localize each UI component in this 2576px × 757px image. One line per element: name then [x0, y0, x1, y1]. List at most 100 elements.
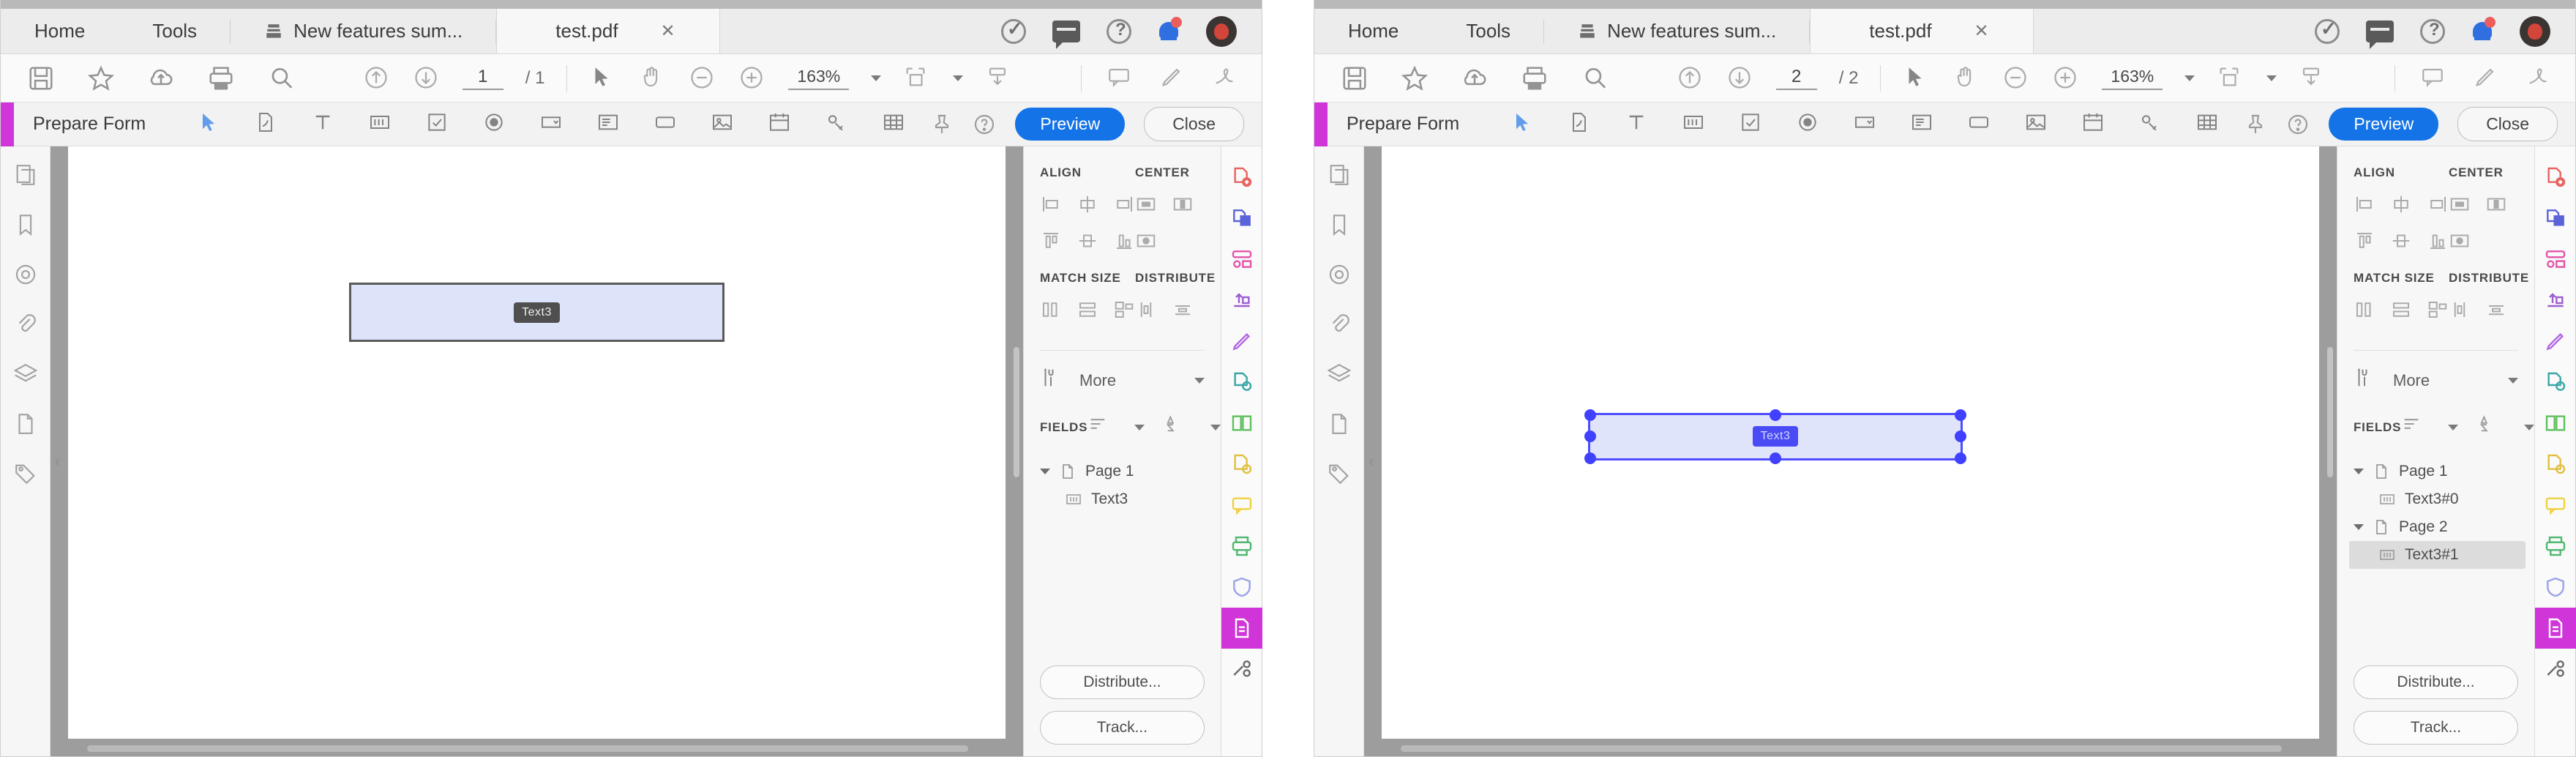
- zoom-out-icon[interactable]: [2002, 64, 2030, 92]
- expand-chevron-down-icon[interactable]: [2354, 469, 2364, 474]
- bookmarks-icon[interactable]: [1327, 212, 1352, 237]
- zoom-out-icon[interactable]: [689, 64, 716, 92]
- align-vertical-middle-icon[interactable]: [2390, 230, 2412, 252]
- notification-bell-icon[interactable]: [2471, 16, 2496, 44]
- add-text-box-icon[interactable]: [368, 111, 396, 138]
- fit-dropdown-chevron-down-icon[interactable]: [953, 75, 964, 81]
- expand-chevron-down-icon[interactable]: [1040, 469, 1050, 474]
- search-icon[interactable]: [267, 64, 295, 92]
- rail-edit-pdf-icon[interactable]: [1221, 239, 1262, 280]
- select-object-icon[interactable]: [1510, 111, 1538, 138]
- center-vertically-icon[interactable]: [2485, 193, 2507, 215]
- horizontal-scrollbar[interactable]: [68, 743, 1006, 753]
- match-width-icon[interactable]: [2354, 299, 2375, 321]
- hand-tool-icon[interactable]: [1952, 64, 1980, 92]
- resize-handle-bottom-right[interactable]: [1955, 452, 1967, 464]
- page-thumbnails-icon[interactable]: [13, 163, 38, 187]
- rail-create-pdf-icon[interactable]: [1221, 157, 1262, 198]
- align-vertical-middle-icon[interactable]: [1077, 230, 1098, 252]
- select-cursor-icon[interactable]: [1903, 64, 1931, 92]
- tab-document[interactable]: test.pdf ✕: [496, 9, 720, 53]
- zoom-in-icon[interactable]: [2052, 64, 2080, 92]
- preview-button[interactable]: Preview: [1015, 108, 1126, 141]
- user-avatar[interactable]: [2520, 15, 2550, 47]
- scroll-mode-icon[interactable]: [985, 64, 1013, 92]
- pin-icon[interactable]: [2244, 113, 2267, 136]
- document-viewer[interactable]: Text3 ‹ ›: [50, 146, 1023, 756]
- add-date-field-icon[interactable]: [768, 111, 795, 138]
- rail-fill-sign-icon[interactable]: [1221, 321, 1262, 362]
- align-top-icon[interactable]: [2354, 230, 2375, 252]
- rail-create-pdf-icon[interactable]: [2535, 157, 2576, 198]
- bookmarks-icon[interactable]: [13, 212, 38, 237]
- zoom-level-value[interactable]: 163%: [788, 67, 850, 90]
- distribute-button[interactable]: Distribute...: [1040, 665, 1205, 699]
- sort-order-icon[interactable]: [2401, 414, 2429, 441]
- rail-export-pdf-icon[interactable]: [2535, 280, 2576, 321]
- rail-print-production-icon[interactable]: [2535, 526, 2576, 567]
- tree-row-page[interactable]: Page 2: [2349, 513, 2526, 541]
- pdf-page[interactable]: Text3: [68, 146, 1006, 739]
- rail-prepare-form-icon[interactable]: [1221, 608, 1262, 649]
- scroll-left-arrow-icon[interactable]: ‹: [1368, 452, 1374, 471]
- previous-page-icon[interactable]: [363, 64, 391, 92]
- fit-page-icon[interactable]: [903, 64, 931, 92]
- add-text-box-icon[interactable]: [1682, 111, 1710, 138]
- next-page-icon[interactable]: [413, 64, 441, 92]
- resize-handle-bottom-left[interactable]: [1584, 452, 1596, 464]
- add-text-field-icon[interactable]: [311, 111, 339, 138]
- more-chevron-down-icon[interactable]: [2508, 378, 2518, 384]
- upload-cloud-icon[interactable]: [147, 64, 175, 92]
- chat-icon[interactable]: [1052, 20, 1080, 49]
- sign-icon[interactable]: [1212, 64, 1240, 92]
- sort-order-chevron-down-icon[interactable]: [1134, 425, 1145, 430]
- hand-tool-icon[interactable]: [639, 64, 667, 92]
- sort-alpha-icon[interactable]: [1164, 414, 1191, 441]
- rail-scan-ocr-icon[interactable]: [1221, 444, 1262, 485]
- layers-icon[interactable]: [1327, 362, 1352, 387]
- rail-organize-pages-icon[interactable]: [2535, 403, 2576, 444]
- add-button-icon[interactable]: [654, 111, 681, 138]
- tree-row-field[interactable]: Text3: [1036, 485, 1212, 513]
- page-thumbnails-icon[interactable]: [1327, 163, 1352, 187]
- close-form-button[interactable]: Close: [2457, 107, 2558, 141]
- star-icon[interactable]: [87, 64, 115, 92]
- align-top-icon[interactable]: [1040, 230, 1062, 252]
- align-left-icon[interactable]: [2354, 193, 2375, 215]
- add-dropdown-icon[interactable]: [539, 111, 567, 138]
- sort-alpha-chevron-down-icon[interactable]: [1210, 425, 1221, 430]
- sort-alpha-chevron-down-icon[interactable]: [2524, 425, 2535, 430]
- previous-page-icon[interactable]: [1677, 64, 1704, 92]
- track-button[interactable]: Track...: [1040, 711, 1205, 745]
- page-number-input[interactable]: 2: [1775, 67, 1817, 90]
- add-barcode-icon[interactable]: [825, 111, 853, 138]
- more-tools-row[interactable]: More: [1024, 351, 1221, 395]
- vertical-scrollbar[interactable]: [1011, 146, 1022, 737]
- center-horizontally-icon[interactable]: [1135, 193, 1157, 215]
- zoom-dropdown-chevron-down-icon[interactable]: [871, 75, 882, 81]
- form-field-text-selected[interactable]: Text3: [1584, 409, 1967, 464]
- add-date-field-icon[interactable]: [2081, 111, 2109, 138]
- highlight-pen-icon[interactable]: [1159, 64, 1187, 92]
- attachments-icon[interactable]: [1327, 312, 1352, 337]
- document-viewer[interactable]: Text3 ‹ ›: [1364, 146, 2337, 756]
- layers-icon[interactable]: [13, 362, 38, 387]
- add-checkbox-icon[interactable]: [425, 111, 453, 138]
- comment-icon[interactable]: [2420, 64, 2448, 92]
- match-both-icon[interactable]: [1113, 299, 1135, 321]
- rail-combine-files-icon[interactable]: [1221, 198, 1262, 239]
- select-cursor-icon[interactable]: [589, 64, 617, 92]
- rail-fill-sign-icon[interactable]: [2535, 321, 2576, 362]
- target-icon[interactable]: [13, 262, 38, 287]
- add-radio-button-icon[interactable]: [482, 111, 510, 138]
- print-icon[interactable]: [207, 64, 235, 92]
- distribute-button[interactable]: Distribute...: [2354, 665, 2518, 699]
- page-icon[interactable]: [13, 411, 38, 436]
- align-bottom-icon[interactable]: [1113, 230, 1135, 252]
- scroll-mode-icon[interactable]: [2299, 64, 2326, 92]
- match-width-icon[interactable]: [1040, 299, 1062, 321]
- tab-document[interactable]: test.pdf ✕: [1810, 9, 2034, 53]
- zoom-level-value[interactable]: 163%: [2102, 67, 2163, 90]
- page-number-input[interactable]: 1: [462, 67, 503, 90]
- center-vertically-icon[interactable]: [1172, 193, 1194, 215]
